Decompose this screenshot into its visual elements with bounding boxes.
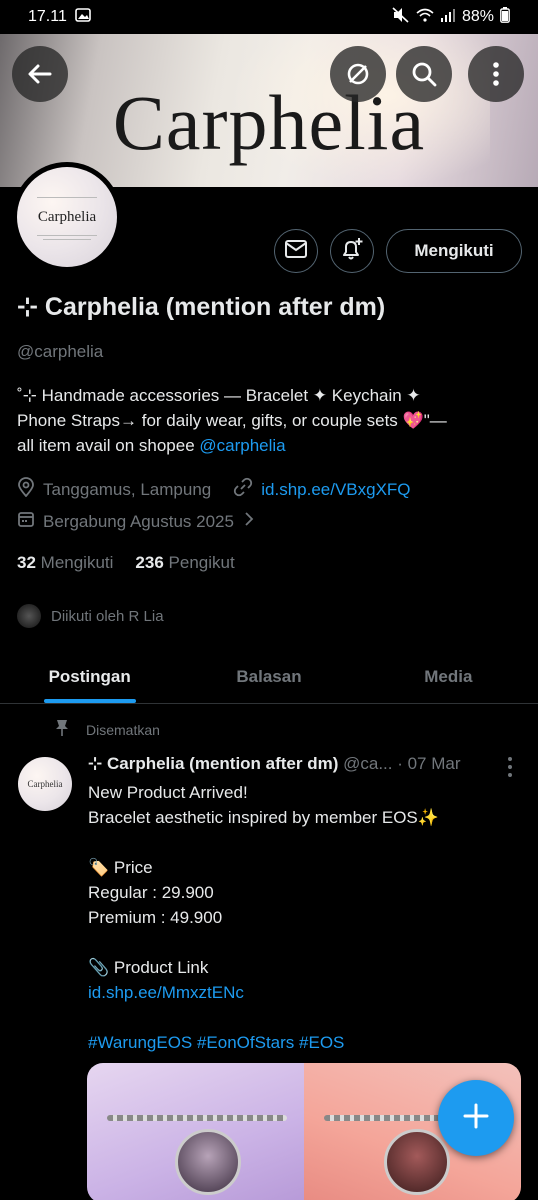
chevron-right-icon [242,511,256,532]
location-icon [17,477,35,502]
display-name: ⊹ Carphelia (mention after dm) [17,293,386,321]
signal-icon [440,8,456,27]
bio-line: Phone Straps→ for daily wear, gifts, or … [17,411,447,430]
followed-by[interactable]: Diikuti oleh R Lia [17,604,164,628]
compose-button[interactable] [438,1080,514,1156]
post-line: Premium : 49.900 [88,908,223,927]
message-button[interactable] [274,229,318,273]
bio-text: all item avail on shopee [17,436,200,455]
tab-replies[interactable]: Balasan [179,650,358,703]
user-handle: @carphelia [17,342,104,361]
product-link[interactable]: id.shp.ee/MmxztENc [88,980,518,1005]
back-arrow-icon [26,60,54,88]
post-hashtags[interactable]: #WarungEOS #EonOfStars #EOS [88,1030,518,1055]
banner-title: Carphelia [112,79,426,166]
post-line: New Product Arrived! [88,783,248,802]
profile-tabs: Postingan Balasan Media [0,650,538,704]
pinned-indicator: Disematkan [54,718,160,741]
no-translate-icon [344,60,372,88]
back-button[interactable] [12,46,68,102]
post-author-avatar[interactable]: Carphelia [18,757,72,811]
bio-mention-link[interactable]: @carphelia [199,436,285,455]
battery-icon [500,6,510,28]
more-vertical-icon [492,61,500,87]
status-bar: 17.11 88% [0,0,538,34]
following-label: Mengikuti [40,553,114,572]
location-text: Tanggamus, Lampung [43,479,212,499]
followers-count-link[interactable]: 236 Pengikut [135,553,234,573]
profile-bio: ˚⊹ Handmade accessories — Bracelet ✦ Key… [17,383,522,458]
notify-button[interactable] [330,229,374,273]
following-button[interactable]: Mengikuti [386,229,522,273]
followers-label: Pengikut [168,553,235,572]
profile-meta-location: Tanggamus, Lampung id.shp.ee/VBxgXFQ [17,477,411,502]
link-icon [233,477,253,502]
plus-icon [462,1102,490,1135]
gallery-icon [75,7,91,27]
followers-count: 236 [135,553,164,572]
translate-button[interactable] [330,46,386,102]
calendar-icon [17,510,35,533]
more-options-button[interactable] [468,46,524,102]
following-count-link[interactable]: 32 Mengikuti [17,553,113,573]
mail-icon [284,239,308,264]
post-line: Regular : 29.900 [88,883,214,902]
status-time: 17.11 [28,8,67,25]
bio-line: all item avail on shopee @carphelia [17,433,522,458]
post-handle-date: @ca... · 07 Mar [338,754,461,773]
avatar-text: Carphelia [37,208,97,225]
pin-icon [54,718,70,741]
post-header: ⊹ Carphelia (mention after dm) @ca... · … [88,754,493,774]
mute-icon [392,6,410,28]
profile-meta-joined[interactable]: Bergabung Agustus 2025 [17,510,256,533]
followed-by-text: Diikuti oleh R Lia [51,607,164,625]
battery-percent: 88% [461,8,494,25]
tab-media[interactable]: Media [359,650,538,703]
bio-line: ˚⊹ Handmade accessories — Bracelet ✦ Key… [17,386,421,405]
post-text: New Product Arrived! Bracelet aesthetic i… [88,780,518,1055]
follow-counts: 32 Mengikuti 236 Pengikut [17,553,235,573]
post-more-button[interactable] [500,756,520,783]
search-icon [410,60,438,88]
profile-avatar[interactable]: Carphelia [12,162,122,272]
wifi-icon [416,8,434,27]
post-line: 📎 Product Link [88,958,209,977]
website-link[interactable]: id.shp.ee/VBxgXFQ [261,480,410,500]
post-line: 🏷️ Price [88,858,153,877]
following-count: 32 [17,553,36,572]
bell-plus-icon [339,236,365,267]
pinned-label: Disematkan [86,721,160,738]
joined-text: Bergabung Agustus 2025 [43,511,234,531]
search-button[interactable] [396,46,452,102]
tab-posts[interactable]: Postingan [0,650,179,703]
mutual-avatar [17,604,41,628]
post-line: Bracelet aesthetic inspired by member EO… [88,808,439,827]
media-image[interactable] [87,1063,304,1200]
post-author-name[interactable]: ⊹ Carphelia (mention after dm) [88,754,338,773]
